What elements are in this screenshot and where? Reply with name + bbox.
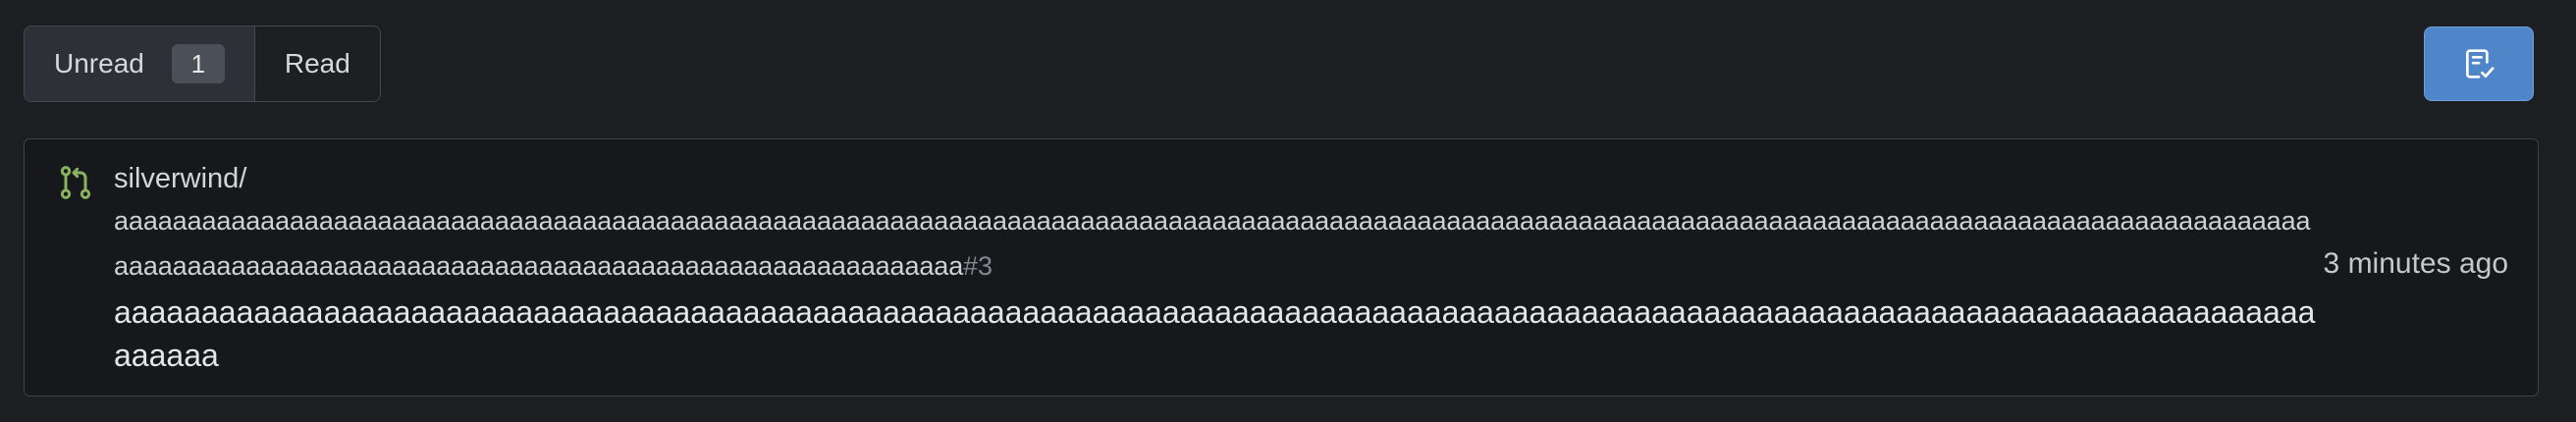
tab-read[interactable]: Read (254, 26, 380, 101)
tab-unread-label: Unread (54, 48, 144, 79)
tab-unread[interactable]: Unread 1 (25, 26, 255, 101)
git-pull-request-icon (60, 166, 91, 199)
unread-count-badge: 1 (171, 44, 225, 83)
repo-name-line: aaaaaaaaaaaaaaaaaaaaaaaaaaaaaaaaaaaaaaaa… (114, 198, 2323, 289)
tab-read-label: Read (284, 48, 350, 79)
notification-title[interactable]: aaaaaaaaaaaaaaaaaaaaaaaaaaaaaaaaaaaaaaaa… (114, 290, 2323, 377)
repo-owner[interactable]: silverwind/ (114, 161, 2323, 196)
notification-filter-tabs: Unread 1 Read (24, 26, 381, 102)
notification-item[interactable]: silverwind/ aaaaaaaaaaaaaaaaaaaaaaaaaaaa… (24, 138, 2539, 396)
notification-timestamp: 3 minutes ago (2323, 247, 2508, 280)
issue-number: #3 (963, 251, 993, 281)
repo-name[interactable]: aaaaaaaaaaaaaaaaaaaaaaaaaaaaaaaaaaaaaaaa… (114, 206, 2311, 281)
notifications-page: Unread 1 Read silverwind/ aaaaaaaaaaaaaa… (0, 0, 2576, 422)
notification-content: silverwind/ aaaaaaaaaaaaaaaaaaaaaaaaaaaa… (114, 161, 2323, 377)
mark-all-read-button[interactable] (2424, 26, 2534, 101)
clipboard-check-icon (2466, 49, 2495, 79)
